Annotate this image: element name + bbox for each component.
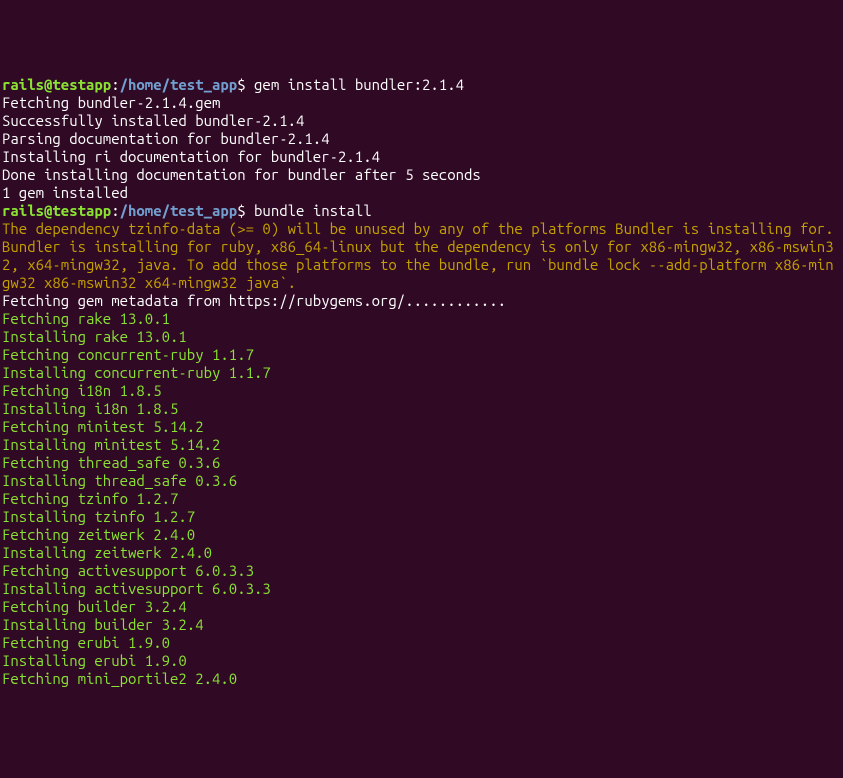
gem-line: Installing i18n 1.8.5 xyxy=(2,400,841,418)
prompt-user: rails@testapp xyxy=(2,202,111,219)
prompt-user: rails@testapp xyxy=(2,76,111,93)
gem-line: Fetching concurrent-ruby 1.1.7 xyxy=(2,346,841,364)
gem-line: Fetching rake 13.0.1 xyxy=(2,310,841,328)
gem-line: Fetching activesupport 6.0.3.3 xyxy=(2,562,841,580)
output-line: Fetching bundler-2.1.4.gem xyxy=(2,94,841,112)
gem-line: Installing minitest 5.14.2 xyxy=(2,436,841,454)
prompt-line-2: rails@testapp:/home/test_app$ bundle ins… xyxy=(2,202,841,220)
warning-text: The dependency tzinfo-data (>= 0) will b… xyxy=(2,220,842,291)
gem-line: Installing tzinfo 1.2.7 xyxy=(2,508,841,526)
gem-line: Installing activesupport 6.0.3.3 xyxy=(2,580,841,598)
gem-line: Installing rake 13.0.1 xyxy=(2,328,841,346)
prompt-colon: : xyxy=(111,76,119,93)
output-line: Successfully installed bundler-2.1.4 xyxy=(2,112,841,130)
command-text: gem install bundler:2.1.4 xyxy=(254,76,464,93)
prompt-dollar: $ xyxy=(237,76,254,93)
gem-line: Installing zeitwerk 2.4.0 xyxy=(2,544,841,562)
prompt-path: /home/test_app xyxy=(120,76,238,93)
gem-line: Fetching tzinfo 1.2.7 xyxy=(2,490,841,508)
gem-line: Installing concurrent-ruby 1.1.7 xyxy=(2,364,841,382)
prompt-colon: : xyxy=(111,202,119,219)
terminal-output[interactable]: rails@testapp:/home/test_app$ gem instal… xyxy=(2,76,841,688)
prompt-path: /home/test_app xyxy=(120,202,238,219)
gem-line: Fetching mini_portile2 2.4.0 xyxy=(2,670,841,688)
gem-line: Fetching minitest 5.14.2 xyxy=(2,418,841,436)
output-line: Installing ri documentation for bundler-… xyxy=(2,148,841,166)
output-line: Done installing documentation for bundle… xyxy=(2,166,841,184)
gem-line: Fetching thread_safe 0.3.6 xyxy=(2,454,841,472)
output-line: 1 gem installed xyxy=(2,184,841,202)
gem-line: Fetching zeitwerk 2.4.0 xyxy=(2,526,841,544)
prompt-line-1: rails@testapp:/home/test_app$ gem instal… xyxy=(2,76,841,94)
gem-line: Fetching erubi 1.9.0 xyxy=(2,634,841,652)
command-text: bundle install xyxy=(254,202,372,219)
gem-line: Fetching i18n 1.8.5 xyxy=(2,382,841,400)
output-line: Parsing documentation for bundler-2.1.4 xyxy=(2,130,841,148)
metadata-fetch-line: Fetching gem metadata from https://rubyg… xyxy=(2,292,841,310)
gem-line: Installing thread_safe 0.3.6 xyxy=(2,472,841,490)
prompt-dollar: $ xyxy=(237,202,254,219)
gem-line: Installing builder 3.2.4 xyxy=(2,616,841,634)
gem-line: Installing erubi 1.9.0 xyxy=(2,652,841,670)
gem-line: Fetching builder 3.2.4 xyxy=(2,598,841,616)
